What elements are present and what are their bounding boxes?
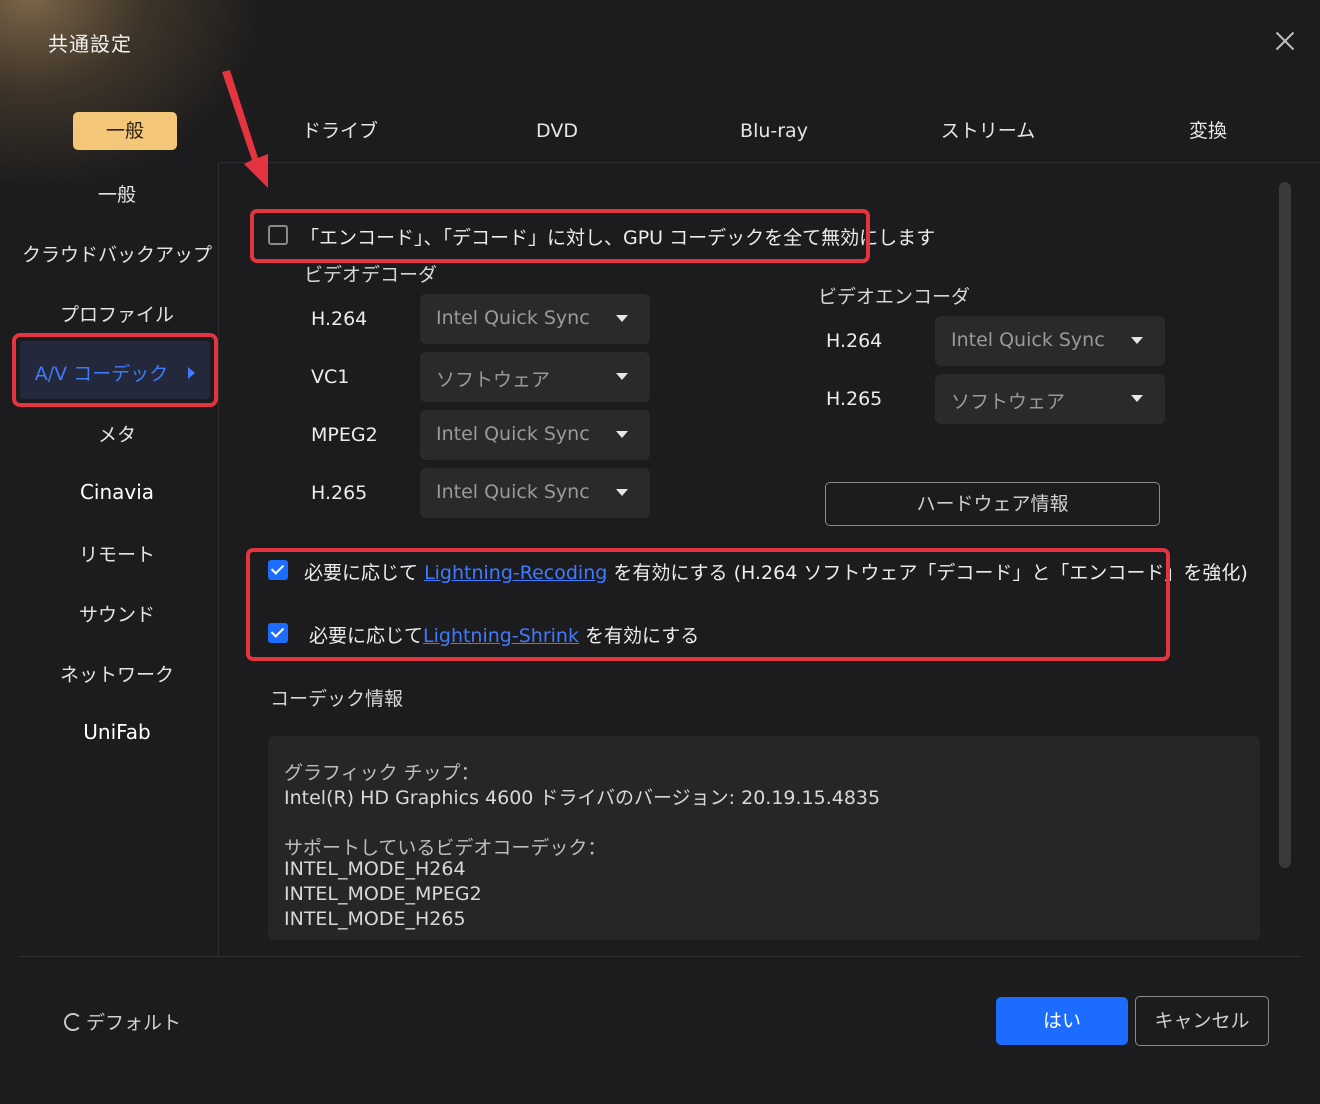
- decoder-vc1-value: ソフトウェア: [436, 369, 551, 391]
- default-label: デフォルト: [86, 1012, 182, 1034]
- cancel-button[interactable]: キャンセル: [1135, 996, 1269, 1046]
- caret-down-icon: [616, 489, 628, 496]
- codec-info-panel: グラフィック チップ： Intel(R) HD Graphics 4600 ドラ…: [268, 736, 1260, 940]
- caret-down-icon: [1131, 395, 1143, 402]
- sidebar-item-meta[interactable]: メタ: [0, 420, 234, 447]
- decoder-mpeg2-value: Intel Quick Sync: [436, 423, 590, 445]
- decoder-h265-value: Intel Quick Sync: [436, 481, 590, 503]
- decoder-mpeg2-select[interactable]: Intel Quick Sync: [420, 410, 650, 460]
- codec-info-line: INTEL_MODE_H264: [284, 858, 466, 880]
- sidebar-item-general[interactable]: 一般: [0, 180, 234, 207]
- sidebar-item-sound[interactable]: サウンド: [0, 600, 234, 627]
- encoder-codec-h264: H.264: [826, 330, 883, 352]
- disable-gpu-checkbox[interactable]: [268, 225, 288, 245]
- annotation-arrow: [222, 70, 268, 188]
- lightning-recoding-prefix: 必要に応じて: [304, 562, 419, 584]
- caret-down-icon: [1131, 337, 1143, 344]
- codec-info-heading: コーデック情報: [270, 688, 404, 710]
- encoder-h264-select[interactable]: Intel Quick Sync: [935, 316, 1165, 366]
- lightning-shrink-suffix: を有効にする: [585, 625, 700, 647]
- sidebar-item-unifab[interactable]: UniFab: [0, 720, 234, 744]
- sidebar-item-cinavia[interactable]: Cinavia: [0, 480, 234, 504]
- dialog-title: 共通設定: [48, 32, 132, 56]
- ok-button[interactable]: はい: [996, 997, 1128, 1045]
- lightning-recoding-checkbox[interactable]: [268, 560, 288, 580]
- footer-divider: [18, 956, 1302, 957]
- decoder-codec-mpeg2: MPEG2: [311, 424, 378, 446]
- codec-info-line: Intel(R) HD Graphics 4600 ドライバのバージョン: 20…: [284, 787, 881, 809]
- hardware-info-button[interactable]: ハードウェア情報: [825, 482, 1160, 526]
- decoder-h264-select[interactable]: Intel Quick Sync: [420, 294, 650, 344]
- lightning-recoding-note: (H.264 ソフトウェア「デコード」と「エンコード」を強化): [733, 562, 1248, 584]
- lightning-recoding-suffix: を有効にする: [613, 562, 728, 584]
- close-icon[interactable]: [1268, 24, 1302, 58]
- decoder-vc1-select[interactable]: ソフトウェア: [420, 352, 650, 402]
- tab-general[interactable]: 一般: [73, 112, 177, 150]
- lightning-recoding-row: 必要に応じて Lightning-Recoding を有効にする (H.264 …: [304, 558, 1248, 585]
- lightning-recoding-link[interactable]: Lightning-Recoding: [424, 562, 607, 584]
- settings-dialog: 共通設定 一般 ドライブ DVD Blu-ray ストリーム 変換 一般 クラウ…: [0, 0, 1320, 1104]
- codec-info-line: サポートしているビデオコーデック：: [284, 837, 607, 859]
- sidebar-item-remote[interactable]: リモート: [0, 540, 234, 567]
- tabs-divider: [220, 162, 1320, 163]
- lightning-shrink-prefix: 必要に応じて: [309, 625, 424, 647]
- default-button[interactable]: デフォルト: [64, 1008, 181, 1034]
- encoder-h265-select[interactable]: ソフトウェア: [935, 374, 1165, 424]
- caret-down-icon: [616, 431, 628, 438]
- codec-info-line: INTEL_MODE_MPEG2: [284, 883, 482, 905]
- caret-down-icon: [616, 373, 628, 380]
- encoder-h265-value: ソフトウェア: [951, 391, 1066, 413]
- video-decoder-heading: ビデオデコーダ: [304, 264, 438, 286]
- scrollbar[interactable]: [1279, 182, 1291, 868]
- sidebar-item-network[interactable]: ネットワーク: [0, 660, 234, 687]
- decoder-codec-h265: H.265: [311, 482, 368, 504]
- codec-info-line: グラフィック チップ：: [284, 762, 480, 784]
- refresh-icon: [64, 1013, 82, 1031]
- decoder-h265-select[interactable]: Intel Quick Sync: [420, 468, 650, 518]
- encoder-codec-h265: H.265: [826, 388, 883, 410]
- tab-dvd[interactable]: DVD: [512, 112, 602, 150]
- video-encoder-heading: ビデオエンコーダ: [818, 286, 971, 308]
- decoder-h264-value: Intel Quick Sync: [436, 307, 590, 329]
- highlight-box-sidebar: [12, 333, 218, 407]
- sidebar-item-profile[interactable]: プロファイル: [0, 300, 234, 327]
- disable-gpu-label: 「エンコード」、「デコード」に対し、GPU コーデックを全て無効にします: [300, 227, 936, 249]
- tab-drive[interactable]: ドライブ: [290, 112, 390, 150]
- lightning-shrink-row: 必要に応じてLightning-Shrink を有効にする: [309, 621, 699, 648]
- sidebar-item-cloud-backup[interactable]: クラウドバックアップ: [0, 240, 234, 267]
- tab-bluray[interactable]: Blu-ray: [724, 112, 824, 150]
- decoder-codec-h264: H.264: [311, 308, 368, 330]
- tab-stream[interactable]: ストリーム: [932, 112, 1044, 150]
- decoder-codec-vc1: VC1: [311, 366, 350, 388]
- tab-convert[interactable]: 変換: [1168, 112, 1248, 150]
- caret-down-icon: [616, 315, 628, 322]
- encoder-h264-value: Intel Quick Sync: [951, 329, 1105, 351]
- lightning-shrink-checkbox[interactable]: [268, 623, 288, 643]
- codec-info-line: INTEL_MODE_H265: [284, 908, 466, 930]
- lightning-shrink-link[interactable]: Lightning-Shrink: [423, 625, 579, 647]
